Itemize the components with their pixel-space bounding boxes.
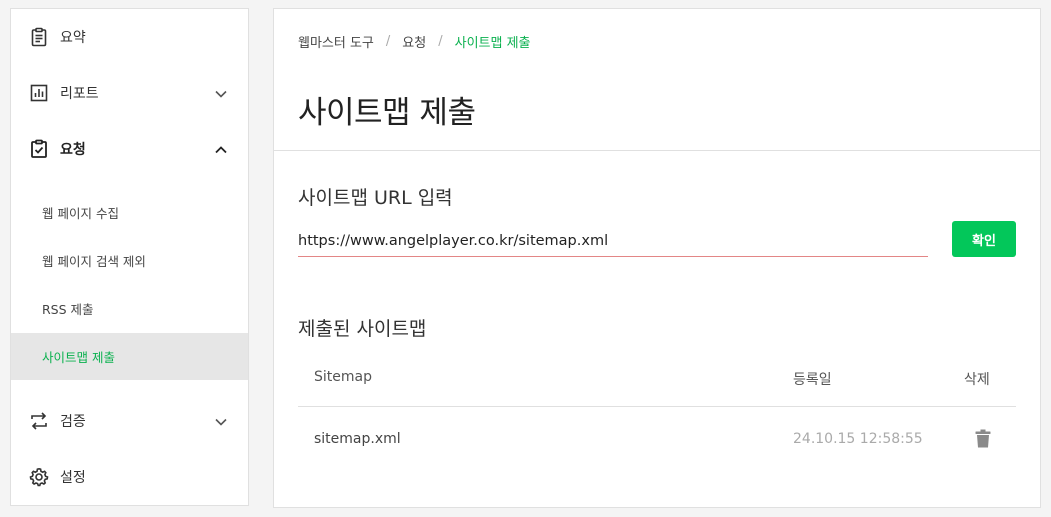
chevron-down-icon <box>214 414 228 428</box>
chevron-up-icon <box>214 142 228 156</box>
column-header-sitemap: Sitemap <box>314 369 372 385</box>
sidebar: 요약 리포트 요청 웹 페이지 수집 웹 페이지 검색 제외 RSS 제출 사이… <box>10 8 249 506</box>
chevron-down-icon <box>214 86 228 100</box>
sidebar-item-label: 요약 <box>60 30 86 46</box>
sidebar-item-summary[interactable]: 요약 <box>11 15 248 59</box>
sidebar-item-settings[interactable]: 설정 <box>11 455 248 499</box>
confirm-button[interactable]: 확인 <box>952 221 1016 257</box>
sitemap-date-cell: 24.10.15 12:58:55 <box>793 431 923 447</box>
main-panel: 웹마스터 도구 / 요청 / 사이트맵 제출 사이트맵 제출 사이트맵 URL … <box>273 8 1041 508</box>
sidebar-item-label: 설정 <box>60 470 86 486</box>
breadcrumb-separator: / <box>385 34 391 49</box>
column-header-delete: 삭제 <box>964 372 990 388</box>
delete-button[interactable] <box>974 429 992 452</box>
breadcrumb-item[interactable]: 웹마스터 도구 <box>298 32 374 51</box>
breadcrumb-current: 사이트맵 제출 <box>454 36 531 51</box>
column-header-date: 등록일 <box>793 372 832 388</box>
sidebar-item-label: 검증 <box>60 414 86 430</box>
page-title: 사이트맵 제출 <box>298 95 476 131</box>
submitted-sitemaps-label: 제출된 사이트맵 <box>298 318 427 340</box>
divider <box>274 150 1040 151</box>
clipboard-icon <box>29 27 49 47</box>
sitemap-name-cell: sitemap.xml <box>314 431 401 447</box>
sidebar-item-request[interactable]: 요청 <box>11 127 248 171</box>
sitemap-url-input[interactable] <box>298 225 928 257</box>
trash-icon <box>975 429 991 452</box>
sidebar-subitem-sitemap[interactable]: 사이트맵 제출 <box>11 333 248 380</box>
breadcrumb-item[interactable]: 요청 <box>402 32 426 51</box>
clipboard-check-icon <box>29 139 49 159</box>
sitemap-url-label: 사이트맵 URL 입력 <box>298 187 453 209</box>
table-divider <box>298 406 1016 407</box>
bar-chart-icon <box>29 83 49 103</box>
sidebar-subitem-page-crawl[interactable]: 웹 페이지 수집 <box>11 189 248 236</box>
sidebar-subitem-page-exclude[interactable]: 웹 페이지 검색 제외 <box>11 237 248 284</box>
sidebar-item-verify[interactable]: 검증 <box>11 399 248 443</box>
sidebar-item-label: 리포트 <box>60 86 99 102</box>
sidebar-item-label: 요청 <box>60 142 86 158</box>
swap-arrows-icon <box>29 411 49 431</box>
sidebar-subitem-rss[interactable]: RSS 제출 <box>11 285 248 332</box>
gear-icon <box>29 467 49 487</box>
sidebar-item-report[interactable]: 리포트 <box>11 71 248 115</box>
breadcrumb: 웹마스터 도구 / 요청 / 사이트맵 제출 <box>298 32 531 51</box>
breadcrumb-separator: / <box>438 34 443 49</box>
